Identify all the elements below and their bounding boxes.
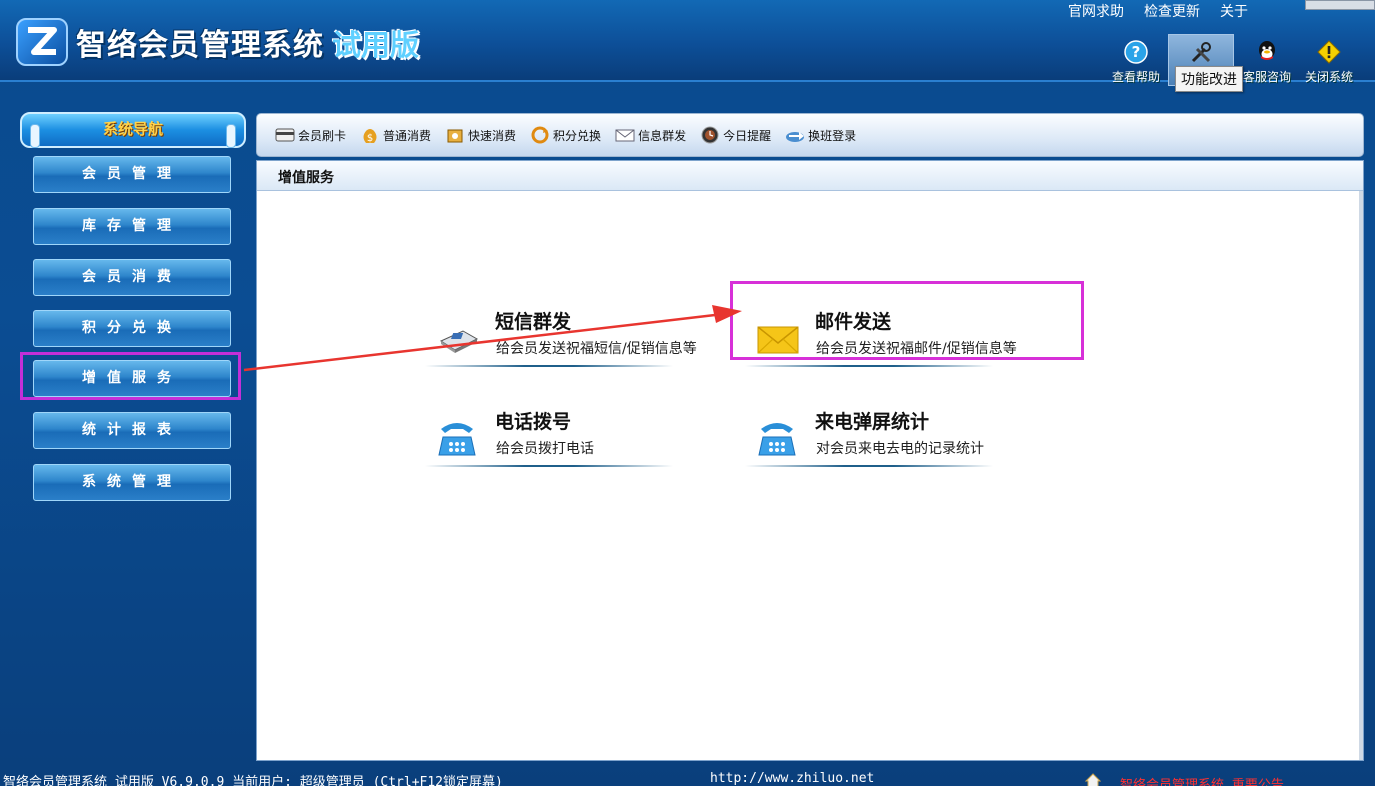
status-url[interactable]: http://www.zhiluo.net [710, 772, 874, 786]
home-icon[interactable] [1085, 773, 1101, 786]
annotation-arrow [243, 305, 742, 372]
status-text: 智络会员管理系统 试用版 V6.9.0.9 当前用户: 超级管理员 (Ctrl+… [3, 775, 503, 786]
status-bar: 智络会员管理系统 试用版 V6.9.0.9 当前用户: 超级管理员 (Ctrl+… [0, 772, 1375, 786]
status-notice[interactable]: 智络会员管理系统 重要公告 [1120, 774, 1320, 786]
